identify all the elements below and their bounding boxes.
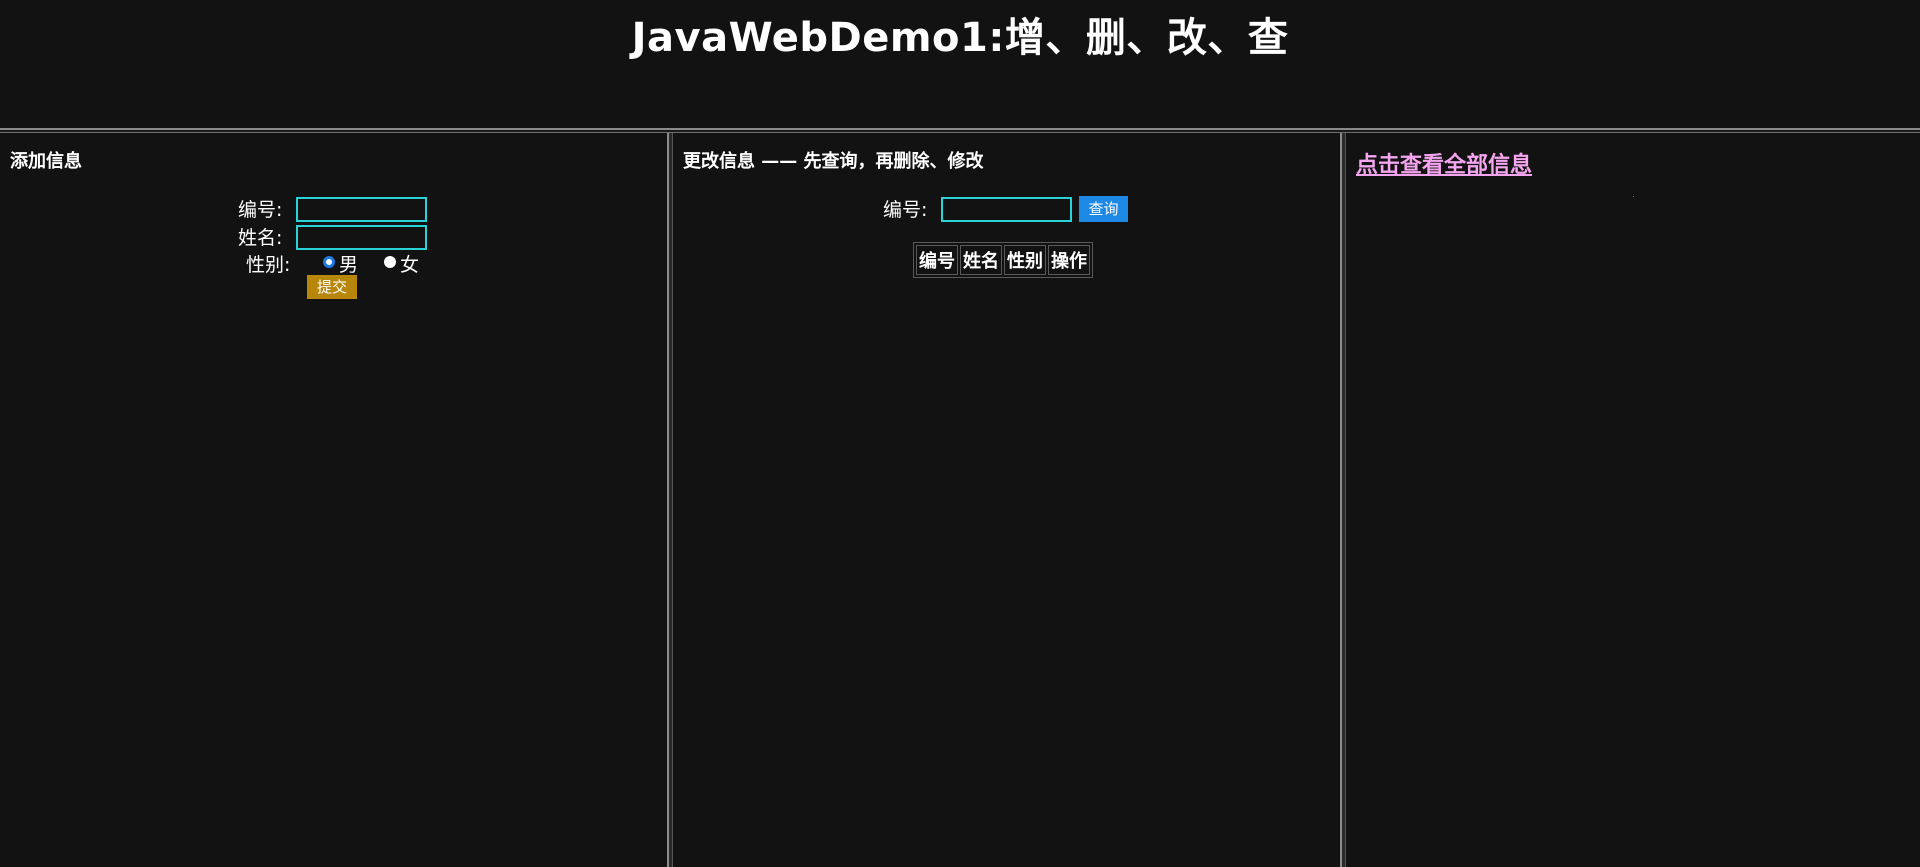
add-id-label: 编号:	[238, 199, 283, 221]
add-name-label: 姓名:	[238, 227, 283, 249]
column-header-gender: 性别	[1004, 245, 1046, 275]
query-id-input[interactable]	[941, 197, 1072, 222]
gender-label: 性别:	[246, 254, 291, 276]
add-info-heading: 添加信息	[10, 151, 82, 172]
gender-option-male: 男	[339, 254, 359, 276]
column-header-action: 操作	[1048, 245, 1090, 275]
view-all-panel: 点击查看全部信息	[1346, 133, 1920, 867]
submit-button[interactable]: 提交	[307, 275, 357, 299]
empty-content-marker	[1633, 196, 1634, 197]
result-table: 编号 姓名 性别 操作	[913, 242, 1093, 278]
modify-info-panel: 更改信息 —— 先查询，再删除、修改 编号: 查询 编号 姓名 性别 操作	[673, 133, 1340, 867]
gender-radio-male[interactable]	[323, 256, 335, 268]
modify-info-heading: 更改信息 —— 先查询，再删除、修改	[683, 151, 984, 172]
view-all-link[interactable]: 点击查看全部信息	[1356, 147, 1532, 179]
add-id-input[interactable]	[296, 197, 427, 222]
table-header-row: 编号 姓名 性别 操作	[916, 245, 1090, 275]
query-id-label: 编号:	[883, 199, 928, 221]
add-info-panel: 添加信息 编号: 姓名: 性别: 男 女 提交	[0, 133, 667, 867]
page-title: JavaWebDemo1:增、删、改、查	[631, 15, 1289, 61]
query-button[interactable]: 查询	[1079, 196, 1128, 222]
add-name-input[interactable]	[296, 225, 427, 250]
gender-option-female: 女	[400, 254, 420, 276]
header-frame: JavaWebDemo1:增、删、改、查	[0, 0, 1920, 128]
gender-radio-female[interactable]	[384, 256, 396, 268]
column-header-id: 编号	[916, 245, 958, 275]
column-header-name: 姓名	[960, 245, 1002, 275]
